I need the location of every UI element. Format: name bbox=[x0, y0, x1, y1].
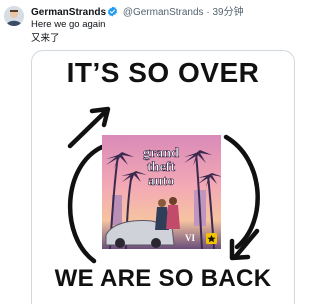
post-text-translation: 又来了 bbox=[31, 33, 60, 44]
poster-logo-theft: theft bbox=[147, 160, 175, 175]
author-handle[interactable]: @GermanStrands bbox=[123, 7, 204, 18]
poster-logo-auto: auto bbox=[148, 174, 174, 189]
meme-bottom-text: WE ARE SO BACK bbox=[54, 265, 272, 292]
poster-numeral: VI bbox=[185, 233, 195, 243]
separator-dot: · bbox=[206, 7, 210, 18]
avatar[interactable] bbox=[4, 6, 24, 26]
verified-badge-icon bbox=[107, 6, 118, 21]
author-name[interactable]: GermanStrands bbox=[31, 7, 106, 18]
poster-logo-grand: grand bbox=[143, 146, 179, 161]
gta-poster-image: grand theft auto VI bbox=[102, 135, 221, 249]
post-text: Here we go again bbox=[31, 19, 106, 30]
media-card[interactable]: IT’S SO OVER grand theft auto VI WE ARE … bbox=[31, 50, 295, 304]
post-time[interactable]: 39分钟 bbox=[212, 7, 243, 18]
rockstar-logo-icon bbox=[206, 233, 217, 244]
